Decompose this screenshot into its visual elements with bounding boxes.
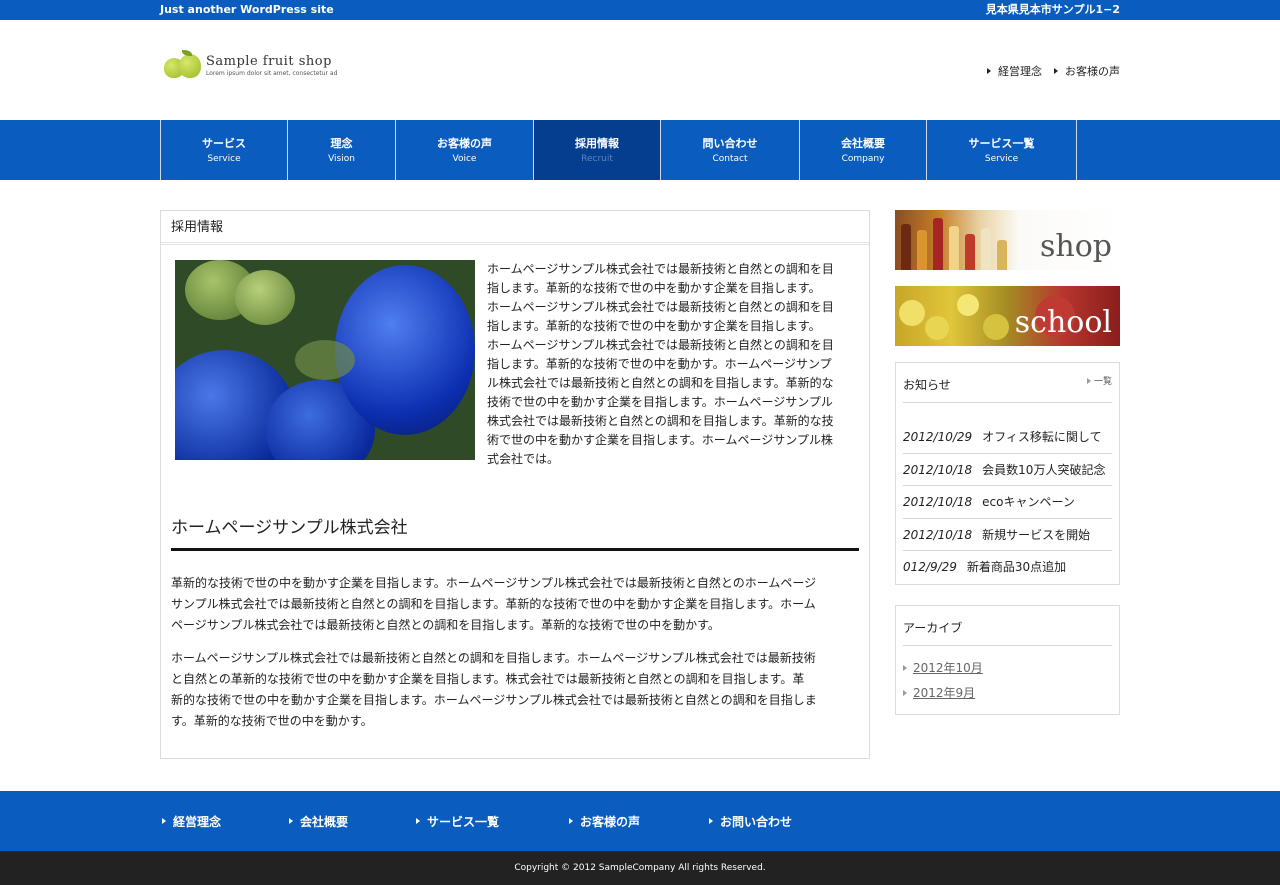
news-title: お知らせ [903,378,951,392]
copyright: Copyright © 2012 SampleCompany All right… [0,851,1280,885]
footer-link-voice[interactable]: お客様の声 [569,813,709,830]
pear-icon [162,50,202,80]
nav-item-company[interactable]: 会社概要 Company [800,120,927,180]
archive-item[interactable]: 2012年9月 [903,681,1112,706]
triangle-icon [709,818,713,824]
nav-item-service-list[interactable]: サービス一覧 Service [927,120,1077,180]
address: 見本県見本市サンプル1−2 [985,3,1120,16]
berries-image [175,260,475,460]
nav-item-recruit[interactable]: 採用情報 Recruit [534,120,661,180]
triangle-icon [1054,68,1058,74]
global-nav: サービス Service 理念 Vision お客様の声 Voice 採用情報 Recr… [0,120,1280,180]
archive-item[interactable]: 2012年10月 [903,656,1112,681]
triangle-icon [289,818,293,824]
site-logo[interactable]: Sample fruit shop Lorem ipsum dolor sit … [162,50,337,80]
archive-box: アーカイブ 2012年10月 2012年9月 [895,604,1120,715]
intro-text: ホームページサンプル株式会社では最新技術と自然との調和を目 指します。革新的な技… [487,262,834,466]
nav-item-service[interactable]: サービス Service [161,120,288,180]
nav-item-voice[interactable]: お客様の声 Voice [396,120,534,180]
news-item[interactable]: 2012/10/29 オフィス移転に関して [903,421,1112,454]
logo-tagline: Lorem ipsum dolor sit amet, consectetur … [206,69,338,77]
site-tagline: Just another WordPress site [160,3,334,16]
top-bar: Just another WordPress site 見本県見本市サンプル1−… [0,0,1280,20]
section-heading: ホームページサンプル株式会社 [171,513,859,551]
footer-link-service-list[interactable]: サービス一覧 [416,813,569,830]
footer-link-company[interactable]: 会社概要 [289,813,416,830]
news-item[interactable]: 2012/10/18 会員数10万人突破記念 [903,454,1112,486]
news-item[interactable]: 2012/10/18 ecoキャンペーン [903,486,1112,519]
sidebar: shop school お知らせ 一覧 2012/10/29 オフィス移転に関して… [895,210,1120,735]
content-box: 採用情報 ホームページサンプル株式会社では最新技術と自然との調和を目 指します。… [160,210,870,759]
nav-item-contact[interactable]: 問い合わせ Contact [661,120,800,180]
shop-banner-label: shop [1040,229,1112,264]
intro-section: ホームページサンプル株式会社では最新技術と自然との調和を目 指します。革新的な技… [161,245,869,469]
news-more-link[interactable]: 一覧 [1086,374,1112,387]
news-item[interactable]: 2012/10/18 新規サービスを開始 [903,519,1112,551]
triangle-icon [903,690,907,696]
main-area: 採用情報 ホームページサンプル株式会社では最新技術と自然との調和を目 指します。… [160,210,1120,759]
header-link-philosophy[interactable]: 経営理念 [987,63,1042,79]
school-banner[interactable]: school [895,286,1120,346]
footer-nav: 経営理念 会社概要 サービス一覧 お客様の声 お問い合わせ [0,791,1280,851]
news-item[interactable]: 012/9/29 新着商品30点追加 [903,551,1112,584]
triangle-icon [1086,377,1091,384]
page-title: 採用情報 [161,211,869,245]
header: Sample fruit shop Lorem ipsum dolor sit … [0,20,1280,120]
paragraph-1: 革新的な技術で世の中を動かす企業を目指します。ホームページサンプル株式会社では最… [171,576,817,632]
triangle-icon [569,818,573,824]
header-link-voice[interactable]: お客様の声 [1054,63,1120,79]
triangle-icon [987,68,991,74]
triangle-icon [162,818,166,824]
logo-name: Sample fruit shop [206,53,332,69]
shop-banner[interactable]: shop [895,210,1120,270]
archive-list: 2012年10月 2012年9月 [903,646,1112,714]
archive-title: アーカイブ [903,620,963,635]
school-banner-label: school [1014,305,1112,340]
news-list: 2012/10/29 オフィス移転に関して 2012/10/18 会員数10万人突破… [903,421,1112,584]
nav-item-vision[interactable]: 理念 Vision [288,120,396,180]
news-box: お知らせ 一覧 2012/10/29 オフィス移転に関して 2012/10/18 会… [895,362,1120,585]
footer-link-contact[interactable]: お問い合わせ [709,813,849,830]
paragraph-2: ホームページサンプル株式会社では最新技術と自然との調和を目指します。ホームページ… [171,651,817,728]
triangle-icon [416,818,420,824]
footer-link-philosophy[interactable]: 経営理念 [162,813,289,830]
triangle-icon [903,665,907,671]
header-links: 経営理念 お客様の声 [987,63,1120,79]
